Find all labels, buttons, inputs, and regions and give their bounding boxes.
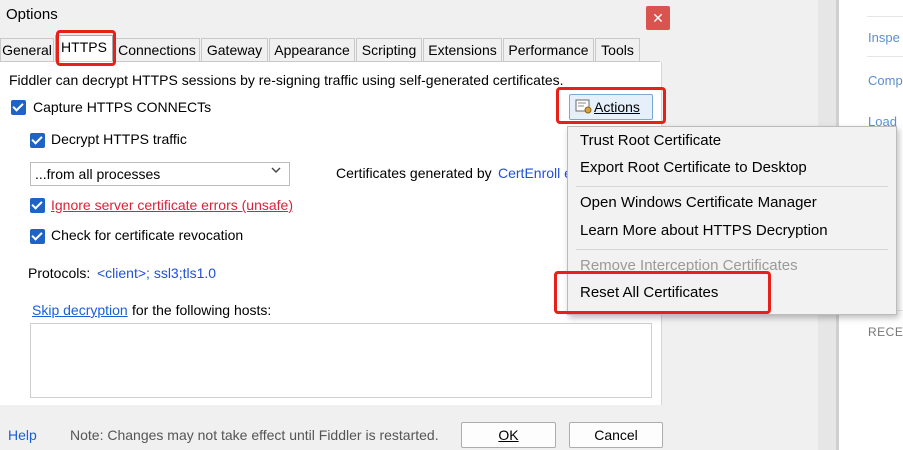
cert-generated-label: Certificates generated by	[336, 165, 492, 181]
protocols-link[interactable]: <client>; ssl3;tls1.0	[97, 265, 216, 281]
decrypt-https-label[interactable]: Decrypt HTTPS traffic	[51, 131, 187, 147]
tab-scripting[interactable]: Scripting	[356, 38, 422, 61]
highlight-https-tab	[56, 30, 116, 66]
dialog-title: Options	[6, 6, 58, 23]
ignore-errors-checkbox[interactable]	[30, 198, 45, 213]
panel-link-inspect[interactable]: Inspe	[868, 30, 900, 45]
capture-https-checkbox[interactable]	[11, 100, 26, 115]
cert-generator-link[interactable]: CertEnroll e	[498, 165, 572, 181]
tab-general[interactable]: General	[0, 38, 54, 61]
menu-item-open-cert-manager[interactable]: Open Windows Certificate Manager	[580, 194, 817, 211]
decrypt-https-checkbox[interactable]	[30, 133, 45, 148]
chevron-down-icon[interactable]	[270, 164, 282, 179]
highlight-reset-all-certificates	[554, 271, 771, 314]
panel-divider	[867, 16, 903, 17]
close-button[interactable]: ✕	[646, 6, 670, 30]
restart-note: Note: Changes may not take effect until …	[70, 427, 439, 443]
panel-link-compose[interactable]: Comp	[868, 73, 903, 88]
tab-gateway[interactable]: Gateway	[201, 38, 268, 61]
menu-separator	[576, 186, 888, 187]
tab-appearance[interactable]: Appearance	[269, 38, 355, 61]
skip-hosts-textarea[interactable]	[30, 323, 652, 398]
tab-connections[interactable]: Connections	[114, 38, 200, 61]
skip-decryption-suffix: for the following hosts:	[132, 302, 272, 318]
ignore-errors-label[interactable]: Ignore server certificate errors (unsafe…	[51, 197, 293, 213]
skip-decryption-link[interactable]: Skip decryption	[32, 302, 128, 318]
cancel-label: Cancel	[594, 427, 638, 443]
menu-separator	[576, 249, 888, 250]
revocation-checkbox[interactable]	[30, 229, 45, 244]
tab-performance[interactable]: Performance	[503, 38, 594, 61]
process-filter-select[interactable]: ...from all processes	[30, 162, 290, 186]
ok-label: OK	[498, 427, 519, 443]
close-icon: ✕	[652, 10, 664, 26]
tab-tools[interactable]: Tools	[595, 38, 640, 61]
panel-recent-heading: RECE	[868, 325, 903, 339]
help-link[interactable]: Help	[8, 427, 37, 443]
cancel-button[interactable]: Cancel	[569, 422, 663, 448]
https-description: Fiddler can decrypt HTTPS sessions by re…	[9, 72, 564, 88]
protocols-label: Protocols:	[28, 265, 91, 281]
tab-extensions[interactable]: Extensions	[423, 38, 502, 61]
panel-divider	[867, 56, 903, 57]
menu-item-learn-more[interactable]: Learn More about HTTPS Decryption	[580, 222, 828, 239]
process-filter-value: ...from all processes	[35, 166, 161, 182]
revocation-label[interactable]: Check for certificate revocation	[51, 227, 243, 243]
menu-item-trust-root[interactable]: Trust Root Certificate	[580, 132, 721, 149]
menu-item-export-root[interactable]: Export Root Certificate to Desktop	[580, 159, 807, 176]
ok-button[interactable]: OK	[461, 422, 556, 448]
capture-https-label[interactable]: Capture HTTPS CONNECTs	[33, 99, 211, 115]
highlight-actions-button	[556, 87, 666, 124]
dialog-footer: Help Note: Changes may not take effect u…	[0, 405, 672, 450]
